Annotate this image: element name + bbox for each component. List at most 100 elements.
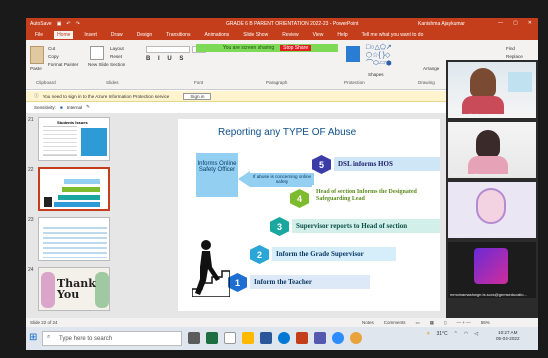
taskbar: ⊞ ⌕ Type here to search ☀ 31°C ⌃ ◠ ◁ 10:… bbox=[26, 327, 538, 350]
thumb-bar bbox=[62, 187, 100, 192]
close-icon[interactable]: ✕ bbox=[528, 20, 532, 26]
tab-slide-show[interactable]: Slide Show bbox=[240, 31, 271, 39]
copy-button[interactable]: Copy bbox=[48, 54, 59, 59]
save-icon[interactable]: ▣ bbox=[57, 21, 62, 27]
slide-thumbnail-23[interactable] bbox=[38, 217, 110, 261]
group-label-paragraph: Paragraph bbox=[266, 80, 288, 85]
maximize-icon[interactable]: ▢ bbox=[513, 20, 518, 26]
zoom-app-icon[interactable] bbox=[332, 332, 344, 344]
paste-button[interactable]: Paste bbox=[30, 66, 42, 71]
notes-button[interactable]: Notes bbox=[362, 320, 374, 326]
protect-icon[interactable] bbox=[346, 46, 360, 62]
tab-help[interactable]: Help bbox=[334, 31, 350, 39]
arrange-button[interactable]: Arrange bbox=[423, 66, 439, 71]
sensitivity-value[interactable]: Internal bbox=[67, 105, 82, 110]
climbing-person-icon bbox=[192, 240, 230, 297]
taskbar-search-input[interactable]: ⌕ Type here to search bbox=[42, 331, 182, 346]
sensitivity-label: Sensitivity: bbox=[34, 104, 56, 110]
edit-sensitivity-icon[interactable]: ✎ bbox=[86, 104, 90, 110]
find-button[interactable]: Find bbox=[506, 46, 515, 51]
sensitivity-icon: ■ bbox=[59, 104, 63, 110]
reset-button[interactable]: Reset bbox=[110, 54, 122, 59]
clock-date: 05-04-2022 bbox=[496, 336, 520, 341]
tab-design[interactable]: Design bbox=[134, 31, 156, 39]
slide-title: Reporting any TYPE OF Abuse bbox=[218, 127, 357, 138]
video-tile-participant[interactable]: anandgundtoc_a.ccs@gemseducation... bbox=[448, 182, 536, 238]
autosave-label[interactable]: AutoSave bbox=[30, 21, 52, 27]
background-whiteboard bbox=[508, 72, 532, 92]
cut-button[interactable]: Cut bbox=[48, 46, 55, 51]
tell-me-search[interactable]: Tell me what you want to do bbox=[359, 31, 427, 39]
section-button[interactable]: Section bbox=[110, 62, 125, 67]
font-name-select[interactable] bbox=[146, 46, 190, 53]
minimize-icon[interactable]: — bbox=[498, 20, 503, 26]
group-label-font: Font bbox=[194, 80, 204, 85]
undo-icon[interactable]: ↶ bbox=[66, 21, 70, 27]
replace-button[interactable]: Replace bbox=[506, 54, 523, 59]
powerpoint-icon[interactable] bbox=[296, 332, 308, 344]
volume-icon[interactable]: ◁ bbox=[474, 331, 478, 337]
weather-icon[interactable]: ☀ bbox=[426, 331, 430, 337]
clock[interactable]: 10:27 AM 05-04-2022 bbox=[496, 330, 520, 342]
edge-icon[interactable] bbox=[278, 332, 290, 344]
wifi-icon[interactable]: ◠ bbox=[464, 331, 468, 337]
reading-view-icon[interactable]: ▯ bbox=[444, 320, 446, 326]
tab-insert[interactable]: Insert bbox=[81, 31, 100, 39]
excel-icon[interactable] bbox=[206, 332, 218, 344]
comments-button[interactable]: Comments bbox=[384, 320, 406, 326]
current-slide[interactable]: Reporting any TYPE OF Abuse Informs Onli… bbox=[178, 119, 440, 311]
font-format-buttons[interactable]: B I U S bbox=[146, 56, 186, 62]
step-1-label: Inform the Teacher bbox=[250, 275, 370, 289]
tab-transitions[interactable]: Transitions bbox=[163, 31, 193, 39]
tab-review[interactable]: Review bbox=[279, 31, 301, 39]
task-view-icon[interactable] bbox=[188, 332, 200, 344]
message-text: You need to sign in to the Azure Informa… bbox=[42, 93, 170, 99]
sign-in-button[interactable]: Sign in bbox=[183, 92, 212, 100]
video-tile-participant[interactable]: mmoinamashwgn.ts.sccs@gemseducatio... bbox=[448, 242, 536, 298]
word-icon[interactable] bbox=[260, 332, 272, 344]
normal-view-icon[interactable]: ▭ bbox=[416, 320, 420, 326]
slide-thumbnail-21[interactable]: Students Issues bbox=[38, 117, 110, 161]
thumb-title: Students Issues bbox=[57, 120, 88, 125]
thumb-number: 23 bbox=[28, 217, 34, 223]
new-slide-icon[interactable] bbox=[90, 46, 104, 60]
temperature[interactable]: 31°C bbox=[436, 331, 447, 337]
format-painter-button[interactable]: Format Painter bbox=[48, 62, 78, 67]
layout-button[interactable]: Layout bbox=[110, 46, 124, 51]
shapes-gallery[interactable]: □○△⬠↗ ⬡☆{ }◇ ⌒⬭▱⬢ bbox=[366, 44, 422, 68]
title-bar: AutoSave ▣ ↶ ↷ GRADE 6 B PARENT ORIENTAT… bbox=[26, 18, 538, 30]
redo-icon[interactable]: ↷ bbox=[76, 21, 80, 27]
video-tile-name: mmoinamashwgn.ts.sccs@gemseducatio... bbox=[450, 292, 527, 297]
user-name[interactable]: Kanishma Ajaykumar bbox=[418, 21, 465, 27]
tab-draw[interactable]: Draw bbox=[108, 31, 126, 39]
slide-sorter-icon[interactable]: ▦ bbox=[430, 320, 434, 326]
thumb-text-lines bbox=[43, 126, 77, 156]
tab-view[interactable]: View bbox=[310, 31, 327, 39]
zoom-level[interactable]: 56% bbox=[481, 320, 490, 326]
slide-thumbnail-22[interactable] bbox=[38, 167, 110, 211]
folder-icon[interactable] bbox=[242, 332, 254, 344]
chrome-icon[interactable] bbox=[350, 332, 362, 344]
message-bar: ⓘ You need to sign in to the Azure Infor… bbox=[26, 91, 446, 102]
start-icon[interactable]: ⊞ bbox=[29, 332, 37, 343]
video-tile-name: Kanishma Ajaykumar bbox=[450, 112, 488, 117]
cartoon-avatar bbox=[476, 188, 506, 224]
tray-chevron-icon[interactable]: ⌃ bbox=[454, 331, 458, 337]
tab-animations[interactable]: Animations bbox=[201, 31, 232, 39]
video-tile-participant[interactable]: ankitfishpuraj@gemsmeeting.com bbox=[448, 122, 536, 178]
file-explorer-icon[interactable] bbox=[224, 332, 236, 344]
slide-editing-area: Reporting any TYPE OF Abuse Informs Onli… bbox=[130, 113, 446, 318]
stop-share-button[interactable]: Stop Share bbox=[280, 45, 312, 51]
tab-file[interactable]: File bbox=[32, 31, 46, 39]
zoom-slider[interactable]: — + — bbox=[457, 320, 471, 326]
teams-icon[interactable] bbox=[314, 332, 326, 344]
slide-thumbnail-24[interactable]: Thank You bbox=[38, 267, 110, 311]
ribbon-tabs: File Home Insert Draw Design Transitions… bbox=[26, 30, 538, 40]
shapes-button[interactable]: Shapes bbox=[368, 72, 384, 77]
new-slide-button[interactable]: New Slide bbox=[88, 62, 109, 67]
step-4-label: Head of section Informs the Designated S… bbox=[312, 185, 440, 207]
tab-home[interactable]: Home bbox=[54, 31, 74, 39]
paste-icon[interactable] bbox=[30, 46, 44, 64]
step-2-label: Inform the Grade Supervisor bbox=[272, 247, 396, 261]
video-tile-presenter[interactable]: Kanishma Ajaykumar bbox=[448, 62, 536, 118]
